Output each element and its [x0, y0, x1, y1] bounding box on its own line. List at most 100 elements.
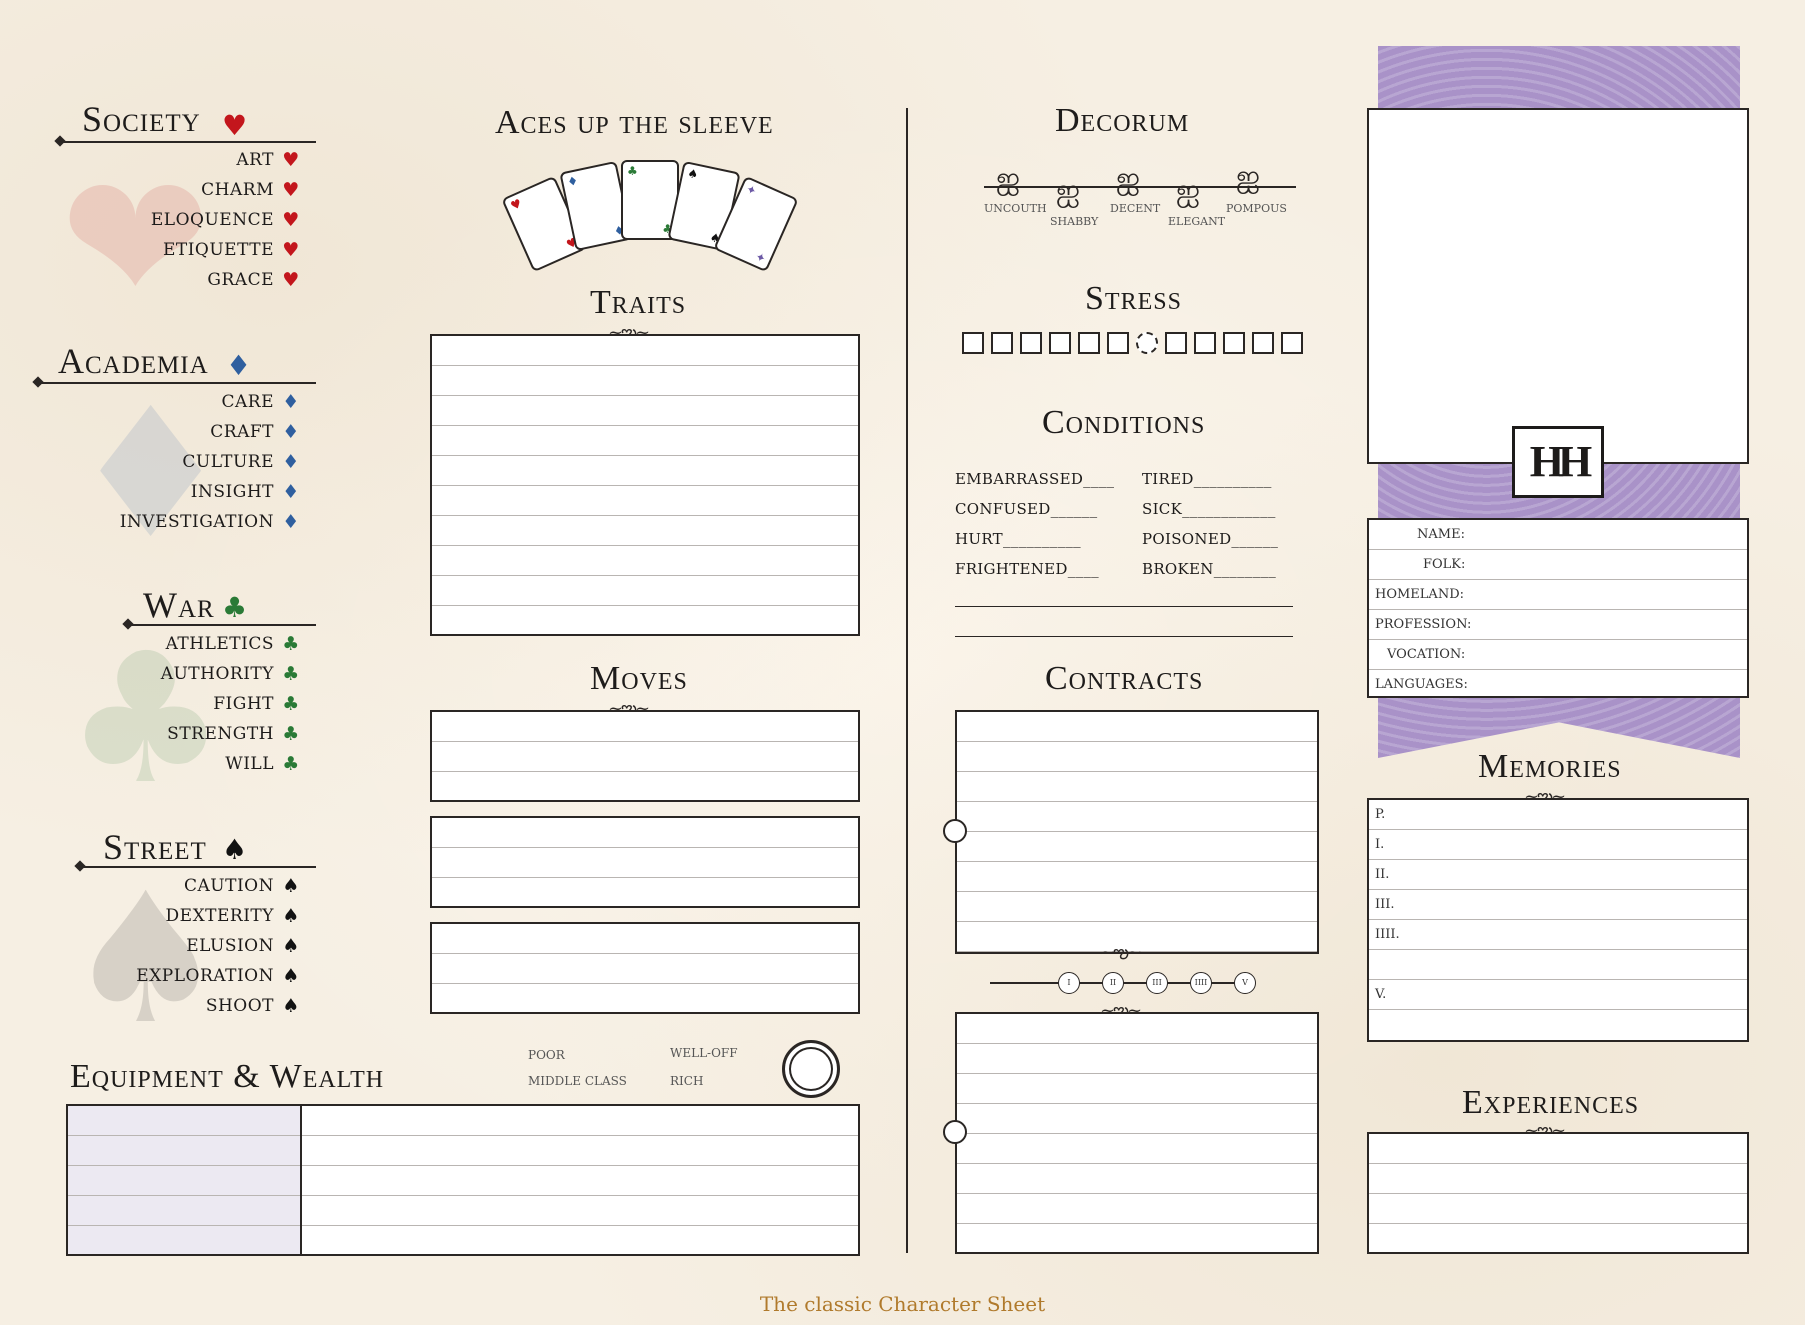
stress-box-6[interactable]	[1107, 332, 1129, 354]
stress-box-4[interactable]	[1049, 332, 1071, 354]
condition-extra-line-2[interactable]	[955, 636, 1293, 637]
coin-icon[interactable]	[782, 1040, 840, 1098]
stress-box-7[interactable]	[1136, 332, 1158, 354]
spade-icon: ♠	[282, 994, 300, 1017]
contract-chip-1[interactable]: I	[1058, 972, 1080, 994]
move-box-3[interactable]	[430, 922, 860, 1014]
memory-row-1[interactable]: I.	[1369, 830, 1747, 860]
stress-box-1[interactable]	[962, 332, 984, 354]
condition-poisoned[interactable]: POISONED______	[1142, 530, 1278, 548]
wealth-middle-class[interactable]: MIDDLE CLASS	[528, 1074, 627, 1088]
skill-insight[interactable]: INSIGHT ♦	[191, 482, 300, 502]
move-box-1[interactable]	[430, 710, 860, 802]
spade-icon: ♠	[686, 166, 700, 182]
memory-row-3[interactable]: III.	[1369, 890, 1747, 920]
condition-broken[interactable]: BROKEN________	[1142, 560, 1276, 578]
skill-charm[interactable]: CHARM ♥	[201, 180, 300, 200]
contract-box-2[interactable]	[955, 1012, 1319, 1254]
logo-badge: HH	[1512, 426, 1604, 498]
skill-caution[interactable]: CAUTION ♠	[184, 876, 300, 896]
diamond-icon: ♦	[282, 450, 300, 473]
stress-box-12[interactable]	[1281, 332, 1303, 354]
skill-strength[interactable]: STRENGTH ♣	[167, 724, 300, 744]
skill-art[interactable]: ART ♥	[236, 150, 300, 170]
field-languages[interactable]: LANGUAGES:	[1369, 670, 1747, 696]
memory-row-p[interactable]: P.	[1369, 800, 1747, 830]
butterfly-icon-decent[interactable]: ஐ	[1116, 164, 1140, 194]
memory-row-2[interactable]: II.	[1369, 860, 1747, 890]
stress-box-3[interactable]	[1020, 332, 1042, 354]
stress-box-11[interactable]	[1252, 332, 1274, 354]
stress-box-5[interactable]	[1078, 332, 1100, 354]
traits-box[interactable]	[430, 334, 860, 636]
field-homeland[interactable]: HOMELAND:	[1369, 580, 1747, 610]
equipment-left-column[interactable]	[68, 1106, 302, 1254]
condition-frightened[interactable]: FRIGHTENED____	[955, 560, 1099, 578]
wealth-poor[interactable]: POOR	[528, 1048, 565, 1062]
equipment-title: Equipment & Wealth	[70, 1058, 385, 1095]
field-profession[interactable]: PROFESSION:	[1369, 610, 1747, 640]
club-icon: ♣	[282, 722, 300, 745]
heart-icon: ♥	[282, 268, 300, 291]
butterfly-icon-pompous[interactable]: ஐ	[1236, 162, 1260, 192]
skill-dexterity[interactable]: DEXTERITY ♠	[166, 906, 300, 926]
condition-embarrassed[interactable]: EMBARRASSED____	[955, 470, 1114, 488]
contract-chip-4[interactable]: IIII	[1190, 972, 1212, 994]
profile-fields: NAME: FOLK: HOMELAND: PROFESSION: VOCATI…	[1367, 518, 1749, 698]
society-skill-list: ART ♥ CHARM ♥ ELOQUENCE ♥ ETIQUETTE ♥ GRACE ♥	[100, 150, 300, 300]
skill-athletics[interactable]: ATHLETICS ♣	[166, 634, 300, 654]
skill-care[interactable]: CARE ♦	[222, 392, 301, 412]
skill-eloquence[interactable]: ELOQUENCE ♥	[151, 210, 300, 230]
contract-chip-3[interactable]: III	[1146, 972, 1168, 994]
contract-1-handle[interactable]	[943, 819, 967, 843]
star-icon: ✦	[753, 249, 769, 267]
skill-grace[interactable]: GRACE ♥	[207, 270, 300, 290]
wealth-well-off[interactable]: WELL-OFF	[670, 1046, 738, 1060]
equipment-right-column[interactable]	[302, 1106, 858, 1254]
stress-box-2[interactable]	[991, 332, 1013, 354]
skill-authority[interactable]: AUTHORITY ♣	[161, 664, 300, 684]
society-underline	[62, 141, 316, 143]
spade-icon: ♠	[282, 874, 300, 897]
condition-hurt[interactable]: HURT__________	[955, 530, 1081, 548]
field-folk[interactable]: FOLK:	[1369, 550, 1747, 580]
memory-row-4[interactable]: IIII.	[1369, 920, 1747, 950]
condition-tired[interactable]: TIRED__________	[1142, 470, 1272, 488]
field-vocation[interactable]: VOCATION:	[1369, 640, 1747, 670]
spade-icon: ♠	[282, 964, 300, 987]
column-divider	[906, 108, 908, 1253]
condition-extra-line-1[interactable]	[955, 606, 1293, 607]
butterfly-icon-shabby[interactable]: ஐ	[1056, 176, 1080, 206]
contract-2-handle[interactable]	[943, 1120, 967, 1144]
skill-culture[interactable]: CULTURE ♦	[182, 452, 300, 472]
skill-will[interactable]: WILL ♣	[225, 754, 300, 774]
skill-elusion[interactable]: ELUSION ♠	[186, 936, 300, 956]
stress-box-9[interactable]	[1194, 332, 1216, 354]
butterfly-icon-uncouth[interactable]: ஐ	[996, 164, 1020, 194]
skill-exploration[interactable]: EXPLORATION ♠	[136, 966, 300, 986]
contract-chip-5[interactable]: V	[1234, 972, 1256, 994]
move-box-2[interactable]	[430, 816, 860, 908]
contract-box-1[interactable]	[955, 710, 1319, 954]
decorum-shabby: SHABBY	[1050, 215, 1099, 228]
skill-craft[interactable]: CRAFT ♦	[210, 422, 300, 442]
stress-box-10[interactable]	[1223, 332, 1245, 354]
stress-box-8[interactable]	[1165, 332, 1187, 354]
diamond-icon: ♦	[282, 390, 300, 413]
field-name[interactable]: NAME:	[1369, 520, 1747, 550]
experiences-box[interactable]	[1367, 1132, 1749, 1254]
memory-row-blank[interactable]	[1369, 950, 1747, 980]
condition-sick[interactable]: SICK____________	[1142, 500, 1276, 518]
contract-chip-2[interactable]: II	[1102, 972, 1124, 994]
experiences-title: Experiences	[1462, 1084, 1640, 1121]
memory-row-5[interactable]: V.	[1369, 980, 1747, 1010]
skill-fight[interactable]: FIGHT ♣	[213, 694, 300, 714]
contracts-title: Contracts	[1045, 660, 1204, 697]
skill-etiquette[interactable]: ETIQUETTE ♥	[163, 240, 300, 260]
butterfly-icon-elegant[interactable]: ஐ	[1176, 176, 1200, 206]
portrait-box[interactable]	[1367, 108, 1749, 464]
skill-investigation[interactable]: INVESTIGATION ♦	[120, 512, 300, 532]
wealth-rich[interactable]: RICH	[670, 1074, 703, 1088]
skill-shoot[interactable]: SHOOT ♠	[206, 996, 300, 1016]
condition-confused[interactable]: CONFUSED______	[955, 500, 1097, 518]
